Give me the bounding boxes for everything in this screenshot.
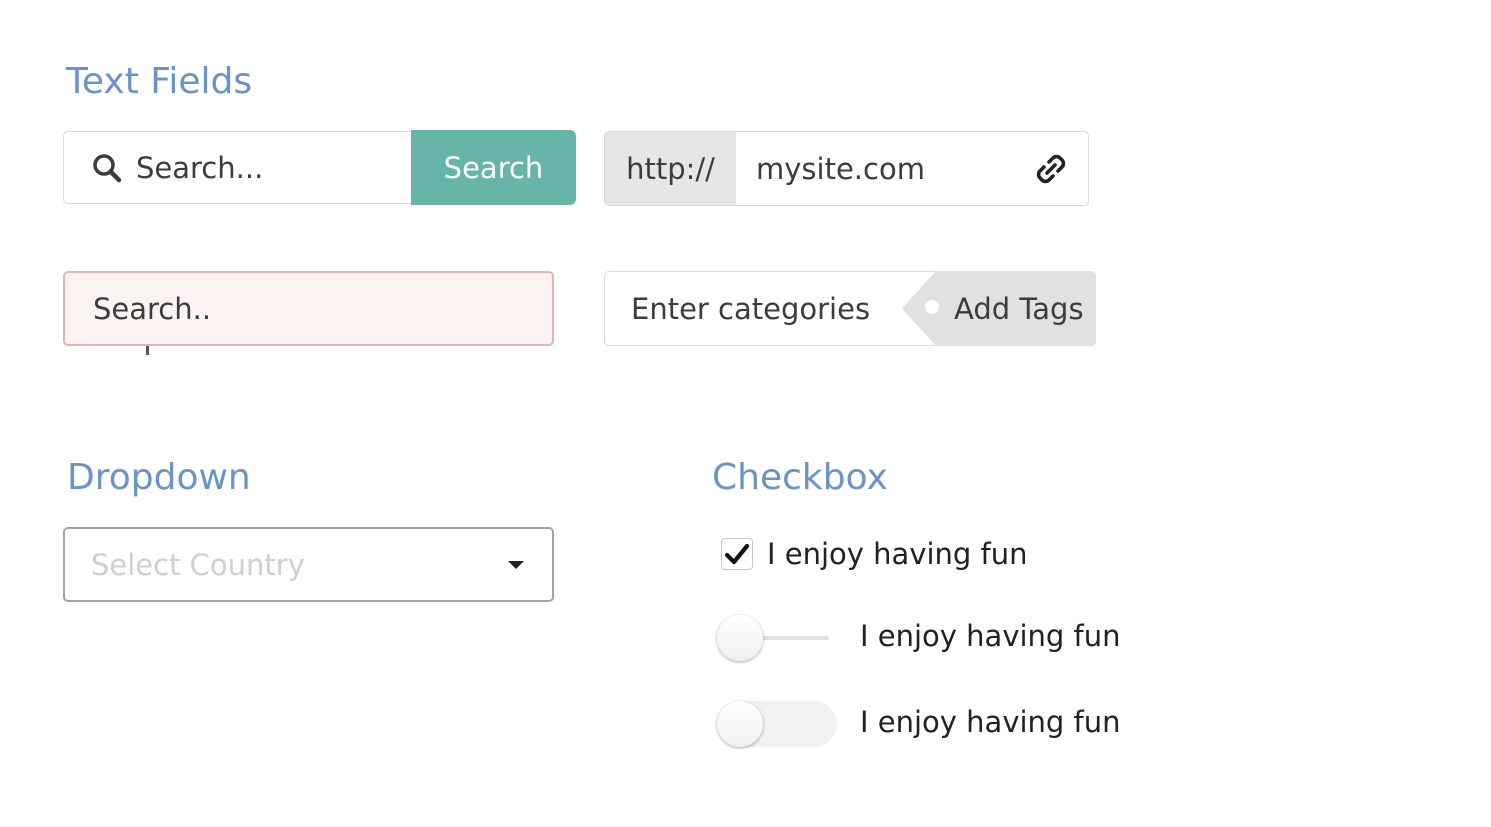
checkbox-label: I enjoy having fun [767,537,1028,571]
search-group: Search [63,130,576,206]
add-tags-label: Add Tags [954,291,1084,326]
switch-knob[interactable] [717,701,763,747]
tags-field: Add Tags [604,271,1096,346]
url-field[interactable] [736,132,1088,205]
url-prefix-addon: http:// [605,132,736,205]
search-input[interactable] [136,150,386,185]
search-field[interactable] [63,131,411,204]
slider-toggle-row[interactable]: I enjoy having fun [717,615,1137,661]
select-placeholder: Select Country [91,547,305,582]
slider-knob[interactable] [717,615,763,661]
country-select[interactable]: Select Country [63,527,554,602]
slider-label: I enjoy having fun [860,619,1121,653]
search-button[interactable]: Search [411,130,576,205]
error-search-input[interactable] [93,291,513,326]
switch-label: I enjoy having fun [860,705,1121,739]
section-title-dropdown: Dropdown [67,457,251,498]
switch-toggle-row[interactable]: I enjoy having fun [717,701,1137,747]
section-title-text-fields: Text Fields [66,61,253,102]
checkbox[interactable] [721,538,753,570]
fun-checkbox-row[interactable]: I enjoy having fun [721,537,1028,571]
text-cursor-mark [146,346,149,355]
checkmark-icon [725,543,749,565]
error-search-field[interactable] [63,271,554,346]
tag-hole-icon [925,300,939,314]
link-icon[interactable] [1034,152,1068,186]
url-input[interactable] [756,151,1026,186]
search-icon [92,152,124,184]
caret-down-icon [508,560,524,569]
categories-input[interactable] [631,291,901,326]
section-title-checkbox: Checkbox [712,457,888,498]
add-tags-button[interactable]: Add Tags [902,271,1096,346]
url-input-group: http:// [604,131,1089,206]
